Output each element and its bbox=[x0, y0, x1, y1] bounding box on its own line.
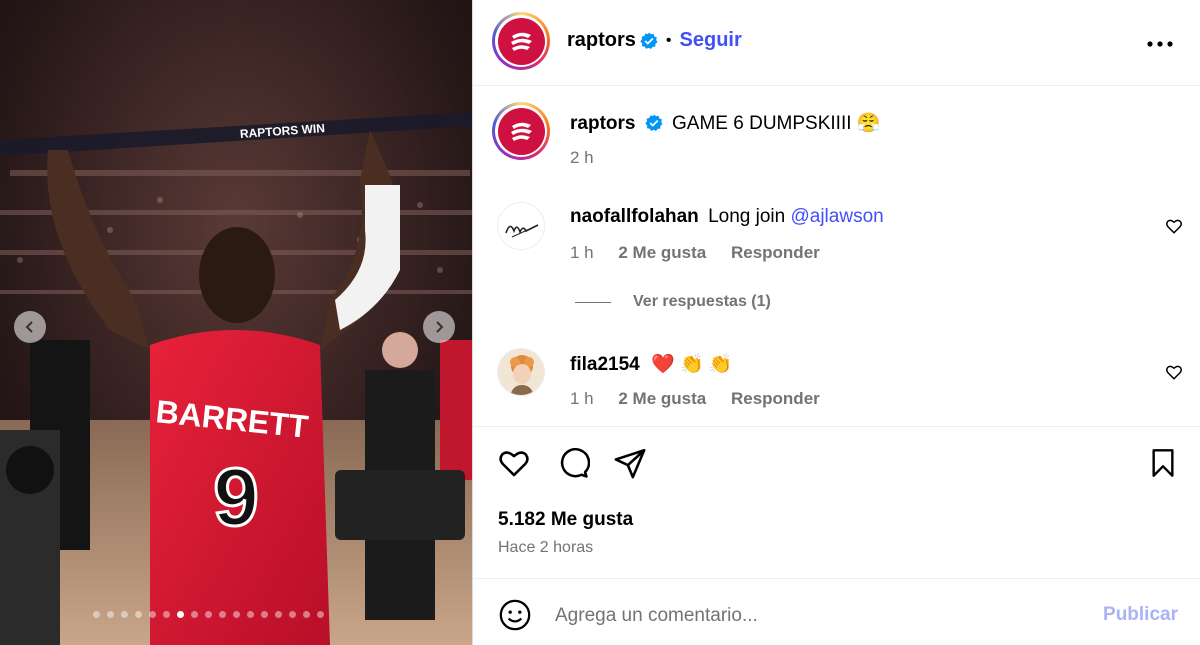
signature-avatar-icon bbox=[498, 203, 544, 249]
raptors-logo-icon bbox=[509, 119, 533, 143]
commenter-avatar[interactable] bbox=[497, 202, 545, 250]
raptors-logo-icon bbox=[509, 29, 533, 53]
more-options-button[interactable] bbox=[1147, 30, 1173, 50]
carousel-dot bbox=[289, 611, 296, 618]
carousel-dot bbox=[219, 611, 226, 618]
carousel-dot bbox=[247, 611, 254, 618]
carousel-dot bbox=[191, 611, 198, 618]
carousel-next-button[interactable] bbox=[423, 311, 455, 343]
carousel-dot bbox=[163, 611, 170, 618]
comment-mention[interactable]: @ajlawson bbox=[790, 206, 883, 227]
comment-input[interactable] bbox=[555, 601, 1075, 631]
view-replies-button[interactable]: Ver respuestas (1) bbox=[575, 293, 771, 311]
comment-likes[interactable]: 2 Me gusta bbox=[618, 389, 706, 408]
emoji-smiley-icon[interactable] bbox=[498, 598, 532, 632]
commenter-avatar[interactable] bbox=[497, 348, 545, 396]
comment-text: Long join bbox=[708, 206, 791, 227]
reply-button[interactable]: Responder bbox=[731, 389, 820, 408]
caption-time: 2 h bbox=[570, 148, 594, 167]
carousel-dot bbox=[275, 611, 282, 618]
comment-time: 1 h bbox=[570, 389, 594, 408]
save-bookmark-icon[interactable] bbox=[1147, 446, 1179, 480]
actions-divider bbox=[473, 426, 1200, 427]
comment-likes[interactable]: 2 Me gusta bbox=[618, 243, 706, 262]
header-username[interactable]: raptors bbox=[567, 29, 636, 52]
view-replies-label: Ver respuestas (1) bbox=[633, 293, 771, 310]
verified-badge-icon bbox=[645, 114, 663, 131]
comment-line: fila2154 ❤️ 👏 👏 bbox=[570, 352, 733, 376]
carousel-dot bbox=[93, 611, 100, 618]
post-header: raptors • Seguir bbox=[473, 0, 1200, 86]
carousel-indicator bbox=[93, 611, 324, 618]
comment-bubble-icon[interactable] bbox=[556, 446, 590, 480]
comment-item: naofallfolahan Long join @ajlawson 1 h 2… bbox=[473, 200, 1200, 300]
caption-line: raptors GAME 6 DUMPSKIIII 😤 bbox=[570, 111, 880, 135]
caption-row: raptors GAME 6 DUMPSKIIII 😤 2 h bbox=[473, 96, 1200, 176]
chevron-left-icon bbox=[25, 321, 33, 333]
carousel-dot bbox=[121, 611, 128, 618]
comment-line: naofallfolahan Long join @ajlawson bbox=[570, 206, 884, 228]
caption-avatar[interactable] bbox=[492, 102, 550, 160]
post-media[interactable]: RAPTORS WIN BARRETT 9 bbox=[0, 0, 472, 645]
carousel-dot bbox=[303, 611, 310, 618]
reply-button[interactable]: Responder bbox=[731, 243, 820, 262]
more-horizontal-icon bbox=[1147, 41, 1173, 47]
comment-text: ❤️ 👏 👏 bbox=[651, 354, 733, 375]
header-user: raptors • Seguir bbox=[567, 29, 742, 52]
caption-username[interactable]: raptors bbox=[570, 113, 635, 134]
carousel-dot bbox=[205, 611, 212, 618]
verified-badge-icon bbox=[640, 32, 658, 49]
chevron-right-icon bbox=[436, 321, 444, 333]
comment-username[interactable]: naofallfolahan bbox=[570, 206, 699, 227]
follow-button[interactable]: Seguir bbox=[680, 29, 742, 52]
header-separator: • bbox=[665, 31, 672, 49]
comment-meta: 1 h 2 Me gusta Responder bbox=[570, 243, 840, 263]
post-time: Hace 2 horas bbox=[498, 539, 594, 556]
post-photo: RAPTORS WIN BARRETT 9 bbox=[0, 0, 472, 645]
composer-divider bbox=[473, 578, 1200, 579]
carousel-prev-button[interactable] bbox=[14, 311, 46, 343]
jersey-number-text: 9 bbox=[213, 452, 259, 543]
comment-username[interactable]: fila2154 bbox=[570, 354, 640, 375]
like-heart-icon[interactable] bbox=[497, 446, 531, 480]
comment-like-heart-icon[interactable] bbox=[1165, 217, 1183, 235]
comment-meta: 1 h 2 Me gusta Responder bbox=[570, 389, 840, 409]
share-send-icon[interactable] bbox=[613, 446, 647, 480]
carousel-dot bbox=[107, 611, 114, 618]
caption-text: GAME 6 DUMPSKIIII 😤 bbox=[672, 113, 881, 134]
comment-item: fila2154 ❤️ 👏 👏 1 h 2 Me gusta Responder bbox=[473, 346, 1200, 426]
carousel-dot bbox=[177, 611, 184, 618]
post-panel: raptors • Seguir raptors GAME 6 DUMPSKII… bbox=[472, 0, 1200, 645]
instagram-post: RAPTORS WIN BARRETT 9 raptors • Seguir r… bbox=[0, 0, 1200, 645]
profile-photo-icon bbox=[498, 349, 544, 395]
likes-count[interactable]: 5.182 Me gusta bbox=[498, 509, 633, 531]
carousel-dot bbox=[149, 611, 156, 618]
carousel-dot bbox=[135, 611, 142, 618]
comment-time: 1 h bbox=[570, 243, 594, 262]
author-avatar[interactable] bbox=[492, 12, 550, 70]
publish-button[interactable]: Publicar bbox=[1103, 604, 1178, 626]
replies-divider bbox=[575, 301, 611, 303]
carousel-dot bbox=[233, 611, 240, 618]
carousel-dot bbox=[317, 611, 324, 618]
carousel-dot bbox=[261, 611, 268, 618]
comment-like-heart-icon[interactable] bbox=[1165, 363, 1183, 381]
